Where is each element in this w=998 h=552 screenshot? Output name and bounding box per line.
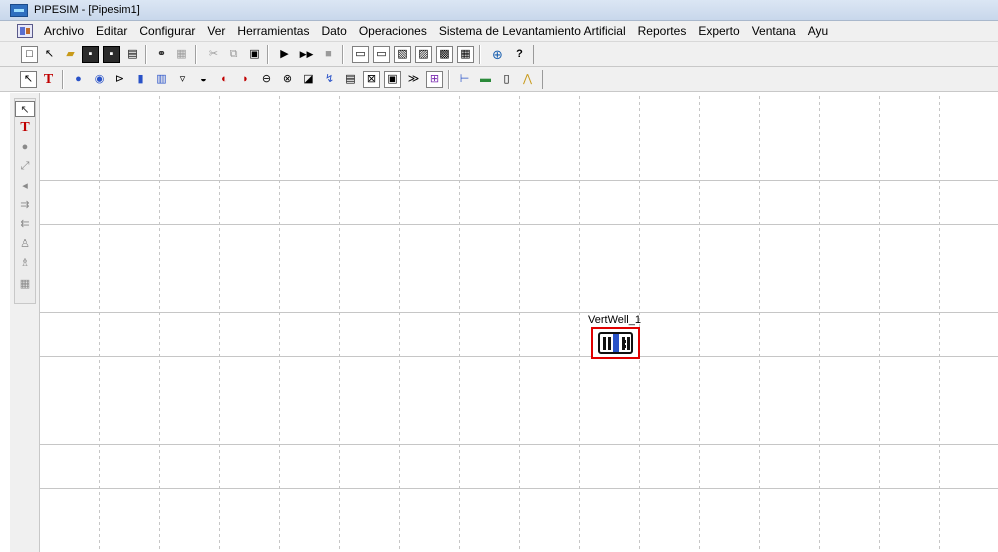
well-bar-right (627, 337, 630, 350)
riser-icon[interactable]: ▥ (153, 71, 170, 88)
find-icon[interactable]: ⚭ (153, 46, 170, 63)
palette-injection-icon[interactable]: ⇉ (15, 196, 35, 212)
well-body (598, 332, 633, 354)
toolbar-end-rule (533, 45, 534, 64)
help-icon[interactable]: ? (511, 46, 528, 63)
document-icon[interactable] (17, 24, 33, 38)
save-icon[interactable]: ▪ (82, 46, 99, 63)
globe-icon[interactable]: ⊕ (489, 46, 506, 63)
window-title: PIPESIM - [Pipesim1] (34, 4, 140, 16)
save-as-icon[interactable]: ▪ (103, 46, 120, 63)
well-tubing (613, 334, 619, 352)
window-2-icon[interactable]: ▭ (373, 46, 390, 63)
menu-reportes[interactable]: Reportes (632, 24, 693, 38)
well-label: VertWell_1 (588, 314, 641, 326)
well-bar-left (603, 337, 606, 350)
menu-dato[interactable]: Dato (315, 24, 352, 38)
nodal-analysis-icon[interactable]: ⋀ (519, 71, 536, 88)
run-icon[interactable]: ▶ (276, 46, 293, 63)
palette-source-icon[interactable]: ● (15, 139, 35, 155)
find-next-icon[interactable]: ▦ (173, 46, 190, 63)
title-bar: PIPESIM - [Pipesim1] (0, 0, 998, 21)
well-bar-right-inner (622, 337, 625, 350)
menu-archivo[interactable]: Archivo (38, 24, 90, 38)
flowline-icon[interactable]: ▣ (384, 71, 401, 88)
multiplier-icon[interactable]: ⊗ (279, 71, 296, 88)
run-all-icon[interactable]: ▶▶ (298, 46, 315, 63)
heat-exchanger-icon[interactable]: ⊖ (258, 71, 275, 88)
standard-toolbar: □ ↖ ▰ ▪ ▪ ▤ ⚭ ▦ ✂ ⧉ ▣ ▶ ▶▶ ■ ▭ ▭ ▧ ▨ ▩ ▦… (0, 42, 998, 67)
paste-icon[interactable]: ▣ (246, 46, 263, 63)
object-palette: ↖ T ● ⤢ ◂ ⇉ ⇇ ♙ ♗ ▦ (10, 93, 40, 552)
chart-icon[interactable]: ▩ (436, 46, 453, 63)
print-icon[interactable]: ▤ (124, 46, 141, 63)
menu-ver[interactable]: Ver (201, 24, 231, 38)
toolbar-separator (342, 45, 344, 64)
toolbar-separator (448, 70, 450, 89)
perforation-dot (623, 340, 626, 343)
completion-icon[interactable]: ⊠ (363, 71, 380, 88)
multiphase-booster-icon[interactable]: ⊞ (426, 71, 443, 88)
objects-toolbar: ↖ T ● ◉ ⊳ ▮ ▥ ▿ ◒ ◐ ◗ ⊖ ⊗ ◪ ↯ ▤ ⊠ ▣ ≫ ⊞ … (0, 67, 998, 92)
menu-bar: Archivo Editar Configurar Ver Herramient… (0, 21, 998, 42)
horizontal-completion-icon[interactable]: ⊢ (456, 71, 473, 88)
copy-icon[interactable]: ⧉ (225, 46, 242, 63)
menu-editar[interactable]: Editar (90, 24, 133, 38)
palette-grid-icon[interactable]: ▦ (15, 275, 35, 291)
graph-icon[interactable]: ▨ (415, 46, 432, 63)
menu-configurar[interactable]: Configurar (133, 24, 201, 38)
menu-ventana[interactable]: Ventana (746, 24, 802, 38)
toolbar-separator (195, 45, 197, 64)
model-canvas[interactable]: VertWell_1 (40, 93, 998, 552)
vertical-well-icon[interactable] (591, 327, 640, 359)
expander-icon[interactable]: ◪ (300, 71, 317, 88)
menu-operaciones[interactable]: Operaciones (353, 24, 433, 38)
perforation-dot (623, 345, 626, 348)
compressor-icon[interactable]: ◒ (195, 71, 212, 88)
injection-point-icon[interactable]: ⊳ (111, 71, 128, 88)
open-folder-icon[interactable]: ▰ (62, 46, 79, 63)
menu-ayuda[interactable]: Ayu (802, 24, 834, 38)
menu-experto[interactable]: Experto (692, 24, 745, 38)
well-icon[interactable]: ▮ (132, 71, 149, 88)
connector-tool-icon[interactable]: ↖ (41, 46, 58, 63)
table-icon[interactable]: ▦ (457, 46, 474, 63)
text-tool-icon[interactable]: T (40, 71, 57, 88)
plot-icon[interactable]: ▧ (394, 46, 411, 63)
sink-icon[interactable]: ◉ (91, 71, 108, 88)
source-icon[interactable]: ● (70, 71, 87, 88)
toolbar-end-rule (542, 70, 543, 89)
report-tool-icon[interactable]: ▤ (342, 71, 359, 88)
window-1-icon[interactable]: ▭ (352, 46, 369, 63)
palette-user-tool-icon[interactable]: ♗ (15, 254, 35, 270)
junction-icon[interactable]: ↯ (321, 71, 338, 88)
toolbar-separator (62, 70, 64, 89)
new-file-icon[interactable]: □ (21, 46, 38, 63)
palette-person-icon[interactable]: ♙ (15, 235, 35, 251)
stop-icon[interactable]: ■ (320, 46, 337, 63)
tubing-icon[interactable]: ▬ (477, 71, 494, 88)
choke-icon[interactable]: ▿ (174, 71, 191, 88)
pump-icon[interactable]: ◐ (216, 71, 233, 88)
well-bar-left-inner (608, 337, 611, 350)
toolbar-separator (267, 45, 269, 64)
palette-text-tool-icon[interactable]: T (15, 120, 35, 136)
tie-in-icon[interactable]: ≫ (405, 71, 422, 88)
cut-icon[interactable]: ✂ (205, 46, 222, 63)
separator-icon[interactable]: ◗ (237, 71, 254, 88)
menu-sistema-levantamiento[interactable]: Sistema de Levantamiento Artificial (433, 24, 632, 38)
packer-icon[interactable]: ▯ (498, 71, 515, 88)
toolbar-separator (479, 45, 481, 64)
palette-connector-icon[interactable]: ⤢ (15, 158, 35, 174)
palette-production-well-icon[interactable]: ⇇ (15, 215, 35, 231)
menu-herramientas[interactable]: Herramientas (231, 24, 315, 38)
select-pointer-icon[interactable]: ↖ (20, 71, 37, 88)
pipesim-app-icon (10, 3, 28, 17)
palette-sink-icon[interactable]: ◂ (15, 177, 35, 193)
palette-select-pointer-icon[interactable]: ↖ (15, 101, 35, 117)
toolbar-separator (145, 45, 147, 64)
